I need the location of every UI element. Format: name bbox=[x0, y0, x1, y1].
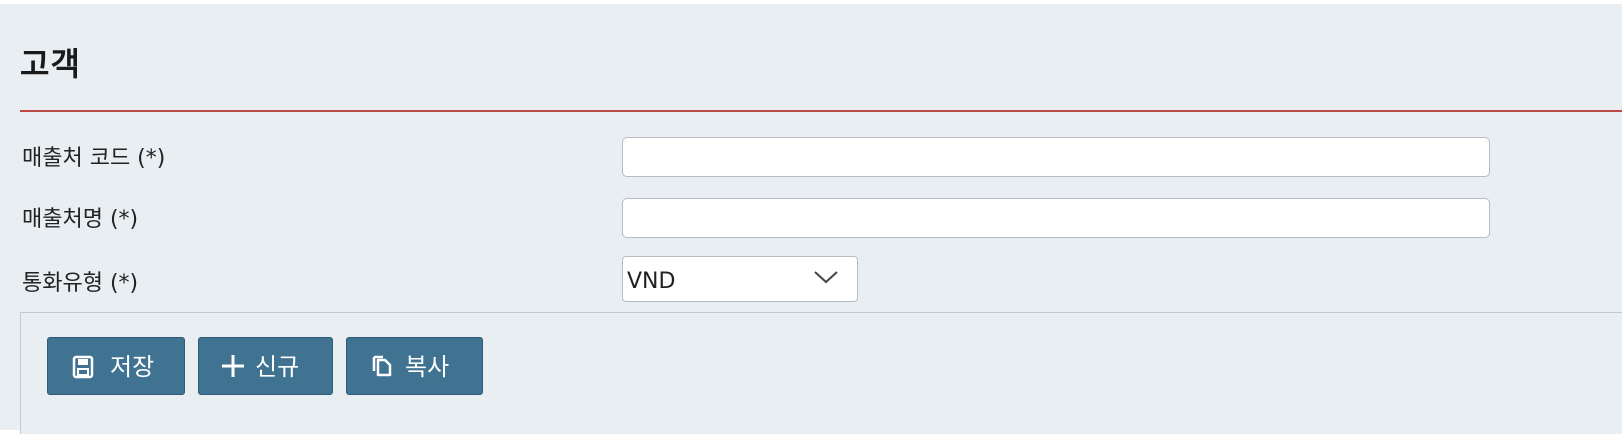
action-toolbar: 저장 신규 복사 bbox=[20, 312, 1622, 434]
currency-type-row: 통화유형 (*) VND bbox=[20, 256, 1622, 302]
copy-icon bbox=[372, 355, 392, 377]
page-title: 고객 bbox=[20, 45, 81, 83]
plus-icon bbox=[222, 355, 244, 377]
currency-type-select[interactable]: VND bbox=[622, 256, 858, 302]
customer-code-label: 매출처 코드 (*) bbox=[22, 146, 166, 171]
customer-name-input[interactable] bbox=[622, 198, 1490, 238]
customer-code-row: 매출처 코드 (*) bbox=[20, 137, 1622, 179]
new-button[interactable]: 신규 bbox=[198, 337, 333, 395]
save-button-label: 저장 bbox=[110, 353, 155, 381]
customer-panel: 고객 매출처 코드 (*) 매출처명 (*) 통화유형 (*) VND 저장 신… bbox=[0, 4, 1622, 434]
currency-type-label: 통화유형 (*) bbox=[22, 271, 139, 296]
save-icon bbox=[72, 355, 94, 379]
new-button-label: 신규 bbox=[255, 353, 300, 381]
chevron-down-icon bbox=[814, 271, 838, 284]
copy-button[interactable]: 복사 bbox=[346, 337, 483, 395]
copy-button-label: 복사 bbox=[405, 353, 450, 381]
title-divider bbox=[20, 110, 1622, 112]
customer-code-input[interactable] bbox=[622, 137, 1490, 177]
save-button[interactable]: 저장 bbox=[47, 337, 185, 395]
customer-name-row: 매출처명 (*) bbox=[20, 198, 1622, 240]
currency-type-value: VND bbox=[627, 269, 676, 294]
customer-name-label: 매출처명 (*) bbox=[22, 207, 139, 232]
